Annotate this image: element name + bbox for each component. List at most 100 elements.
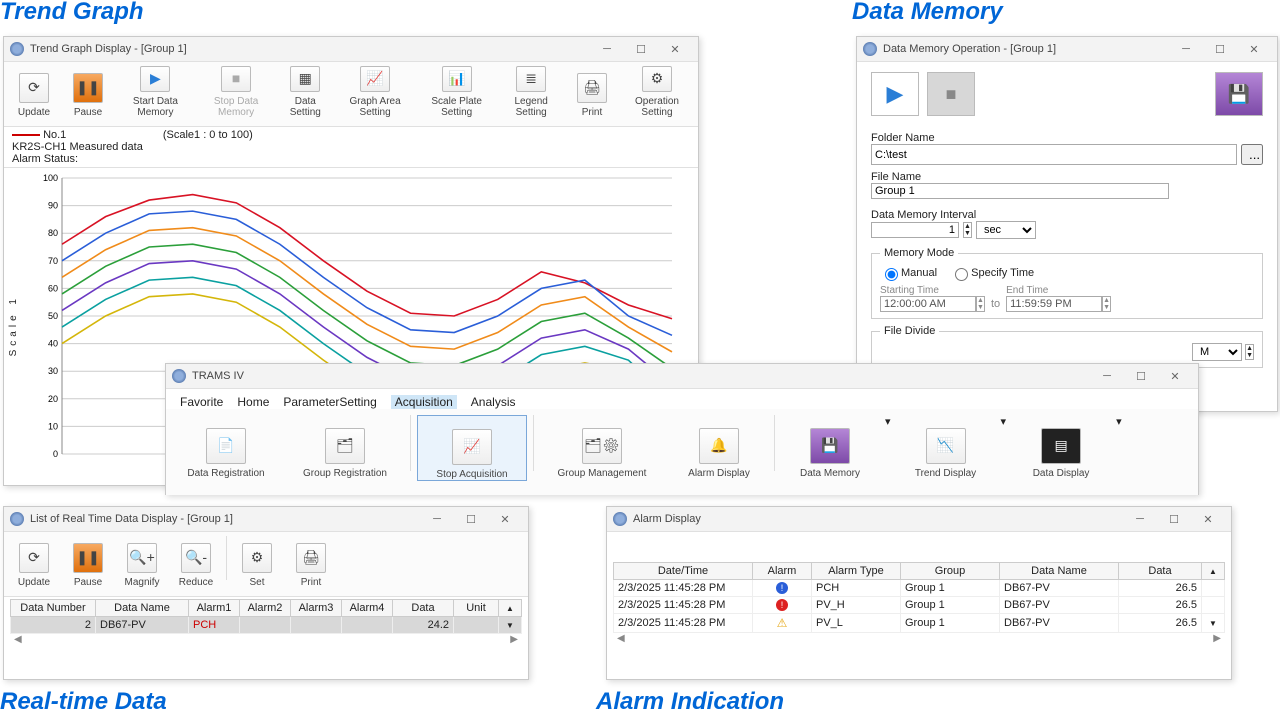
scroll-up[interactable]: ▲ <box>499 600 522 617</box>
browse-button[interactable]: ... <box>1241 144 1263 165</box>
stop-memory-button[interactable]: ■Stop Data Memory <box>199 66 273 118</box>
col-alarm3[interactable]: Alarm3 <box>291 600 342 617</box>
pause-button[interactable]: ❚❚Pause <box>64 536 112 588</box>
table-row[interactable]: 2/3/2025 11:45:28 PM!PV_HGroup 1DB67-PV2… <box>614 597 1225 614</box>
set-button[interactable]: ⚙Set <box>233 536 281 588</box>
print-button[interactable]: 🖨Print <box>568 66 616 118</box>
print-button[interactable]: 🖨Print <box>287 536 335 588</box>
close-button[interactable]: ✕ <box>1237 39 1271 59</box>
tab-home[interactable]: Home <box>237 395 269 409</box>
col-alarm2[interactable]: Alarm2 <box>240 600 291 617</box>
col-unit[interactable]: Unit <box>454 600 499 617</box>
col-datetime[interactable]: Date/Time <box>614 563 753 580</box>
h-scrollbar[interactable]: ◀▶ <box>613 633 1225 644</box>
memory-save-button[interactable]: 💾 <box>1215 72 1263 116</box>
tab-parameter[interactable]: ParameterSetting <box>283 395 376 409</box>
interval-input[interactable] <box>871 222 959 238</box>
mode-manual-radio[interactable]: Manual <box>880 265 937 281</box>
minimize-button[interactable]: ─ <box>590 39 624 59</box>
trend-legend-box: No.1 KR2S-CH1 Measured data Alarm Status… <box>4 127 698 168</box>
alarm-display-button[interactable]: 🔔Alarm Display <box>670 415 768 479</box>
close-button[interactable]: ✕ <box>488 509 522 529</box>
update-button[interactable]: ⟳Update <box>10 66 58 118</box>
folder-input[interactable] <box>871 144 1237 165</box>
refresh-icon: ⟳ <box>19 543 49 573</box>
minimize-button[interactable]: ─ <box>1169 39 1203 59</box>
interval-unit-select[interactable]: sec <box>976 221 1036 239</box>
col-alarm1[interactable]: Alarm1 <box>189 600 240 617</box>
table-header: Date/Time Alarm Alarm Type Group Data Na… <box>614 563 1225 580</box>
pause-button[interactable]: ❚❚Pause <box>64 66 112 118</box>
minimize-button[interactable]: ─ <box>1090 366 1124 386</box>
toolbar-trend: ⟳Update ❚❚Pause ▶Start Data Memory ■Stop… <box>4 62 698 127</box>
table-row[interactable]: 2/3/2025 11:45:28 PM!PCHGroup 1DB67-PV26… <box>614 580 1225 597</box>
close-button[interactable]: ✕ <box>1191 509 1225 529</box>
graph-area-button[interactable]: 📈Graph Area Setting <box>337 66 413 118</box>
pause-icon: ❚❚ <box>73 543 103 573</box>
table-row[interactable]: 2/3/2025 11:45:28 PM⚠PV_LGroup 1DB67-PV2… <box>614 614 1225 633</box>
window-title: Alarm Display <box>633 513 701 525</box>
svg-text:60: 60 <box>48 283 58 293</box>
interval-spinner[interactable]: ▲▼ <box>963 222 972 238</box>
minimize-button[interactable]: ─ <box>420 509 454 529</box>
col-number[interactable]: Data Number <box>11 600 96 617</box>
start-time-input[interactable] <box>880 296 976 312</box>
close-button[interactable]: ✕ <box>1158 366 1192 386</box>
pause-icon: ❚❚ <box>73 73 103 103</box>
group-management-button[interactable]: 🗂⚙Group Management <box>540 415 664 479</box>
table-row[interactable]: 2 DB67-PV PCH 24.2 ▼ <box>11 617 522 634</box>
mode-specify-radio[interactable]: Specify Time <box>950 265 1034 281</box>
legend-setting-button[interactable]: ≣Legend Setting <box>500 66 562 118</box>
filename-input[interactable] <box>871 183 1169 199</box>
folder-label: Folder Name <box>871 132 1263 144</box>
scroll-down[interactable]: ▼ <box>499 617 522 634</box>
col-name[interactable]: Data Name <box>1000 563 1119 580</box>
maximize-button[interactable]: ☐ <box>454 509 488 529</box>
stop-acquisition-button[interactable]: 📈Stop Acquisition <box>417 415 527 481</box>
tab-favorite[interactable]: Favorite <box>180 395 223 409</box>
data-memory-dropdown[interactable]: 💾Data Memory <box>781 415 879 479</box>
divide-spinner[interactable]: ▲▼ <box>1245 344 1254 360</box>
col-alarm4[interactable]: Alarm4 <box>342 600 393 617</box>
trend-display-dropdown[interactable]: 📉Trend Display <box>897 415 995 479</box>
h-scrollbar[interactable]: ◀▶ <box>10 634 522 645</box>
scale-plate-button[interactable]: 📊Scale Plate Setting <box>419 66 494 118</box>
window-title: List of Real Time Data Display - [Group … <box>30 513 233 525</box>
end-time-input[interactable] <box>1006 296 1102 312</box>
tab-analysis[interactable]: Analysis <box>471 395 516 409</box>
data-display-dropdown[interactable]: ▤Data Display <box>1012 415 1110 479</box>
start-spinner[interactable]: ▲▼ <box>976 296 985 312</box>
divide-unit-select[interactable]: M <box>1192 343 1242 361</box>
memory-stop-button[interactable]: ■ <box>927 72 975 116</box>
data-setting-button[interactable]: ▦Data Setting <box>279 66 331 118</box>
reduce-button[interactable]: 🔍-Reduce <box>172 536 220 588</box>
col-group[interactable]: Group <box>901 563 1000 580</box>
scale-icon: 📊 <box>442 66 472 92</box>
refresh-icon: ⟳ <box>19 73 49 103</box>
scroll-up[interactable]: ▲ <box>1202 563 1225 580</box>
titlebar-memory: Data Memory Operation - [Group 1] ─ ☐ ✕ <box>857 37 1277 62</box>
maximize-button[interactable]: ☐ <box>624 39 658 59</box>
col-alarm[interactable]: Alarm <box>753 563 812 580</box>
window-trams: TRAMS IV ─ ☐ ✕ Favorite Home ParameterSe… <box>165 363 1199 495</box>
maximize-button[interactable]: ☐ <box>1203 39 1237 59</box>
minimize-button[interactable]: ─ <box>1123 509 1157 529</box>
end-spinner[interactable]: ▲▼ <box>1102 296 1111 312</box>
col-data[interactable]: Data <box>393 600 454 617</box>
operation-setting-button[interactable]: ⚙Operation Setting <box>622 66 692 118</box>
update-button[interactable]: ⟳Update <box>10 536 58 588</box>
col-data[interactable]: Data <box>1119 563 1202 580</box>
gear-icon: ⚙ <box>242 543 272 573</box>
svg-text:80: 80 <box>48 228 58 238</box>
col-type[interactable]: Alarm Type <box>812 563 901 580</box>
memory-play-button[interactable]: ▶ <box>871 72 919 116</box>
data-registration-button[interactable]: 📄Data Registration <box>172 415 280 479</box>
col-name[interactable]: Data Name <box>96 600 189 617</box>
maximize-button[interactable]: ☐ <box>1124 366 1158 386</box>
magnify-button[interactable]: 🔍+Magnify <box>118 536 166 588</box>
close-button[interactable]: ✕ <box>658 39 692 59</box>
group-registration-button[interactable]: 🗂Group Registration <box>286 415 404 479</box>
maximize-button[interactable]: ☐ <box>1157 509 1191 529</box>
start-memory-button[interactable]: ▶Start Data Memory <box>118 66 193 118</box>
tab-acquisition[interactable]: Acquisition <box>391 395 457 409</box>
